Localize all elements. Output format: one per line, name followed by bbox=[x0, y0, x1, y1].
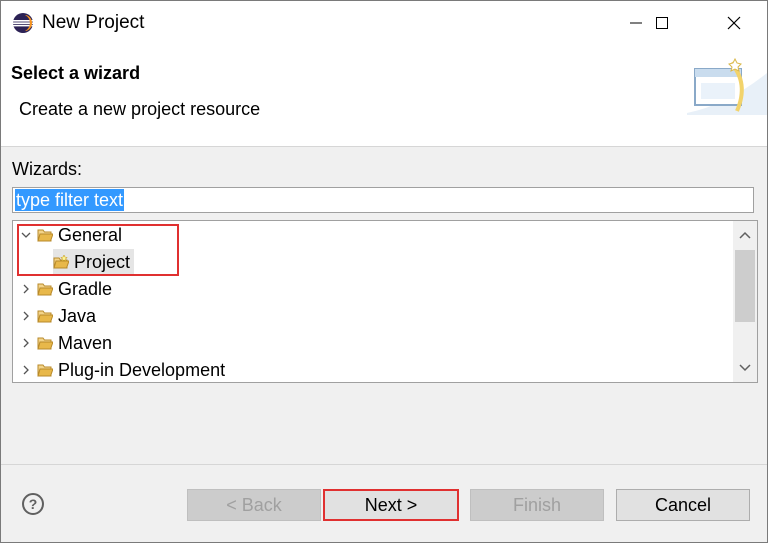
banner-description: Create a new project resource bbox=[19, 99, 261, 119]
tree-item-plugin-development[interactable]: Plug-in Development bbox=[19, 357, 226, 382]
title-bar: New Project bbox=[1, 1, 767, 45]
tree-scrollbar[interactable] bbox=[733, 221, 757, 382]
tree-item-java[interactable]: Java bbox=[19, 303, 96, 329]
maximize-button[interactable] bbox=[639, 1, 685, 45]
window-title: New Project bbox=[42, 12, 145, 33]
chevron-down-icon bbox=[739, 364, 751, 372]
tree-item-label: General bbox=[58, 224, 123, 245]
wizards-label: Wizards: bbox=[12, 159, 83, 179]
tree-item-label: Plug-in Development bbox=[58, 359, 226, 380]
back-button[interactable]: < Back bbox=[187, 489, 321, 521]
close-button[interactable] bbox=[711, 1, 757, 45]
cancel-button[interactable]: Cancel bbox=[616, 489, 750, 521]
new-project-dialog: New Project Select a wizard Create a new… bbox=[0, 0, 768, 543]
help-button[interactable]: ? bbox=[22, 493, 44, 515]
chevron-right-icon[interactable] bbox=[19, 336, 33, 350]
chevron-right-icon[interactable] bbox=[19, 363, 33, 377]
scroll-thumb[interactable] bbox=[735, 250, 755, 322]
maximize-icon bbox=[656, 17, 668, 29]
scroll-down-button[interactable] bbox=[733, 354, 757, 382]
tree-item-label: Maven bbox=[58, 332, 113, 353]
tree-item-project[interactable]: Project bbox=[53, 249, 135, 275]
help-icon: ? bbox=[28, 496, 38, 512]
tree-item-label: Java bbox=[58, 305, 97, 326]
folder-open-icon bbox=[37, 337, 53, 350]
filter-text-selected: type filter text bbox=[15, 189, 125, 211]
eclipse-icon bbox=[13, 13, 33, 33]
wizard-banner: Select a wizard Create a new project res… bbox=[1, 45, 767, 147]
folder-open-icon bbox=[37, 283, 53, 296]
banner-title: Select a wizard bbox=[11, 63, 141, 83]
folder-open-icon bbox=[37, 310, 53, 323]
folder-open-icon bbox=[37, 229, 53, 242]
chevron-right-icon[interactable] bbox=[19, 309, 33, 323]
tree-item-label: Project bbox=[74, 251, 131, 272]
chevron-right-icon[interactable] bbox=[19, 282, 33, 296]
chevron-down-icon[interactable] bbox=[19, 228, 33, 242]
tree-item-gradle[interactable]: Gradle bbox=[19, 276, 112, 302]
project-icon bbox=[53, 255, 69, 269]
footer-divider bbox=[1, 464, 767, 465]
wizard-tree[interactable]: General Project Gradle Java Maven Plug-i… bbox=[12, 220, 758, 383]
tree-item-label: Gradle bbox=[58, 278, 113, 299]
wizard-banner-icon bbox=[687, 57, 767, 115]
finish-button[interactable]: Finish bbox=[470, 489, 604, 521]
tree-item-maven[interactable]: Maven bbox=[19, 330, 112, 356]
tree-item-general[interactable]: General bbox=[19, 222, 122, 248]
chevron-up-icon bbox=[739, 231, 751, 239]
next-button[interactable]: Next > bbox=[323, 489, 459, 521]
close-icon bbox=[727, 16, 741, 30]
scroll-up-button[interactable] bbox=[733, 221, 757, 249]
folder-open-icon bbox=[37, 364, 53, 377]
